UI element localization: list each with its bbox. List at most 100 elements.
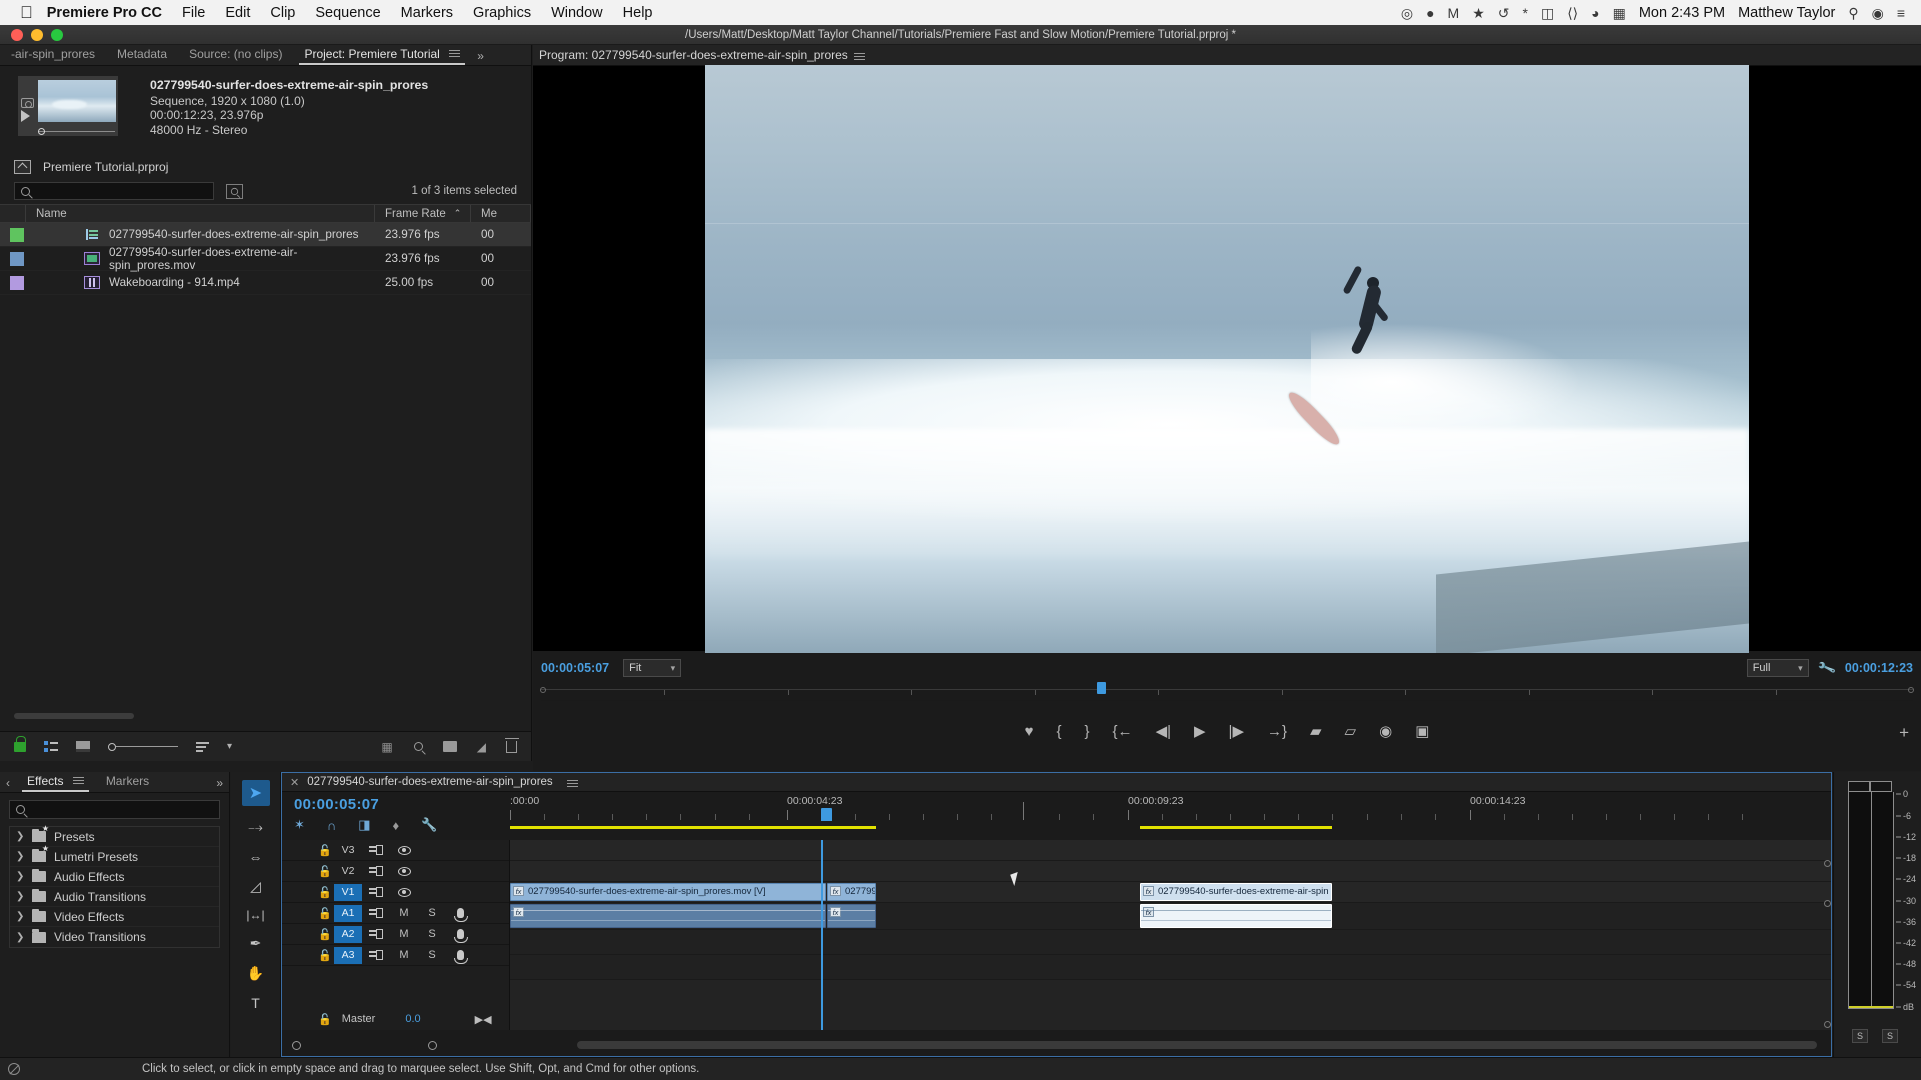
toggle-track-output-icon[interactable] — [390, 887, 418, 897]
timeline-clip[interactable]: fx — [510, 904, 826, 928]
add-marker-icon[interactable]: ♦ — [393, 818, 400, 833]
flag-icon[interactable]: ▦ — [1613, 6, 1626, 20]
target-track-icon[interactable] — [362, 866, 390, 876]
chevron-right-icon[interactable]: ❯ — [16, 891, 24, 902]
icon-view-icon[interactable] — [76, 741, 90, 752]
zoom-level-select[interactable]: Fit ▾ — [623, 659, 682, 677]
export-frame-icon[interactable]: ◉ — [1379, 724, 1392, 739]
target-track-icon[interactable] — [362, 908, 390, 918]
project-horizontal-scrollbar[interactable] — [14, 713, 134, 719]
column-swatch[interactable] — [0, 205, 26, 222]
delete-icon[interactable] — [504, 737, 519, 753]
tab-metadata[interactable]: Metadata — [106, 45, 178, 65]
tab-effect-controls[interactable]: -air-spin_prores — [0, 45, 106, 65]
timeline-playhead-line[interactable] — [821, 840, 823, 1030]
track-header-a3[interactable]: 🔓 A3 M S — [282, 945, 509, 966]
mark-out-icon[interactable]: } — [1085, 724, 1090, 739]
timeline-zoom-out-icon[interactable] — [292, 1041, 301, 1050]
find-icon[interactable] — [413, 742, 423, 751]
lock-icon[interactable]: 🔓 — [318, 1013, 332, 1026]
tab-timeline-label[interactable]: 027799540-surfer-does-extreme-air-spin_p… — [307, 776, 552, 788]
mute-track-button[interactable]: M — [390, 949, 418, 961]
list-item[interactable]: ❯ Video Effects — [10, 907, 219, 927]
target-track-icon[interactable] — [362, 845, 390, 855]
track-height-handle-mid[interactable] — [1824, 900, 1831, 907]
track-name[interactable]: V2 — [334, 863, 362, 880]
camera-icon[interactable] — [21, 98, 34, 109]
timeline-playhead-handle[interactable] — [821, 808, 832, 821]
project-search-input[interactable] — [14, 182, 214, 200]
list-item[interactable]: ❯ Audio Effects — [10, 867, 219, 887]
timeline-clip[interactable]: fx — [827, 904, 876, 928]
add-marker-icon[interactable]: ♥ — [1025, 724, 1034, 739]
thumbnail-scrubber[interactable] — [38, 131, 115, 132]
toggle-track-output-icon[interactable] — [390, 845, 418, 855]
code-icon[interactable]: ⟨⟩ — [1567, 6, 1578, 20]
cleanmymac-icon[interactable]: ● — [1426, 6, 1434, 20]
track-name[interactable]: V3 — [334, 842, 362, 859]
solo-button-right[interactable]: S — [1882, 1029, 1898, 1043]
menu-file[interactable]: File — [182, 5, 205, 21]
find-button[interactable] — [226, 183, 243, 199]
window-controls[interactable] — [0, 28, 63, 41]
menu-graphics[interactable]: Graphics — [473, 5, 531, 21]
sort-icon[interactable] — [196, 742, 209, 752]
toggle-track-output-icon[interactable] — [390, 866, 418, 876]
menu-sequence[interactable]: Sequence — [315, 5, 380, 21]
track-header-a2[interactable]: 🔓 A2 M S — [282, 924, 509, 945]
column-media[interactable]: Me — [471, 205, 531, 222]
lock-icon[interactable]: 🔓 — [318, 865, 334, 878]
thumbnail-scrubber-knob[interactable] — [38, 128, 45, 135]
track-header-v1[interactable]: 🔓 V1 — [282, 882, 509, 903]
menu-help[interactable]: Help — [623, 5, 653, 21]
go-to-out-icon[interactable]: →} — [1267, 724, 1287, 739]
work-area-segment[interactable] — [510, 826, 876, 829]
minimize-window-button[interactable] — [31, 28, 43, 41]
playback-resolution-select[interactable]: Full ▾ — [1746, 659, 1809, 677]
selection-tool[interactable]: ➤ — [241, 780, 270, 806]
tab-source[interactable]: Source: (no clips) — [178, 45, 293, 65]
lock-icon[interactable] — [14, 735, 26, 752]
timeline-clip[interactable]: fx 027799540-surfer-does-extreme-air-spi… — [510, 883, 826, 901]
tab-effects[interactable]: Effects — [16, 772, 95, 792]
work-area-segment[interactable] — [1140, 826, 1332, 829]
master-meter-icon[interactable]: ▶◀ — [475, 1013, 492, 1026]
track-name[interactable]: V1 — [334, 883, 362, 901]
menu-markers[interactable]: Markers — [401, 5, 453, 21]
voice-over-record-icon[interactable] — [446, 908, 474, 922]
zoom-slider[interactable] — [108, 742, 178, 751]
project-root-row[interactable]: Premiere Tutorial.prproj — [0, 156, 531, 178]
track-name[interactable]: A3 — [334, 946, 362, 964]
lock-icon[interactable]: 🔓 — [318, 949, 334, 962]
list-view-icon[interactable] — [44, 741, 58, 752]
razor-tool[interactable]: ◿ — [250, 878, 261, 895]
target-track-icon[interactable] — [362, 950, 390, 960]
track-header-v3[interactable]: 🔓 V3 — [282, 840, 509, 861]
bluetooth-icon[interactable]: * — [1523, 6, 1528, 20]
table-row[interactable]: 027799540-surfer-does-extreme-air-spin_p… — [0, 246, 531, 272]
track-lane-v1[interactable]: fx 027799540-surfer-does-extreme-air-spi… — [510, 882, 1831, 903]
malwarebytes-icon[interactable]: M — [1448, 6, 1460, 20]
type-tool[interactable]: T — [251, 995, 260, 1011]
scrubber-track[interactable] — [540, 682, 1914, 701]
siri-icon[interactable]: ◉ — [1872, 6, 1884, 20]
parent-bin-icon[interactable] — [14, 160, 31, 174]
step-back-icon[interactable]: ◀| — [1156, 724, 1171, 739]
mute-track-button[interactable]: M — [390, 928, 418, 940]
track-header-a1[interactable]: 🔓 A1 M S — [282, 903, 509, 924]
lock-icon[interactable]: 🔓 — [318, 844, 334, 857]
panel-menu-icon[interactable] — [566, 778, 578, 789]
menu-clip[interactable]: Clip — [270, 5, 295, 21]
solo-track-button[interactable]: S — [418, 928, 446, 940]
new-item-icon[interactable]: ◢ — [477, 740, 486, 754]
maximize-window-button[interactable] — [51, 28, 63, 41]
play-icon[interactable]: ▶ — [1194, 724, 1206, 739]
linked-selection-icon[interactable]: ◨ — [358, 817, 370, 833]
track-lane-a1[interactable]: fx fx fx — [510, 903, 1831, 930]
settings-wrench-icon[interactable]: 🔧 — [1816, 658, 1837, 679]
timeline-clip[interactable]: fx 027799540-surfer-does-extreme-air-spi… — [1140, 883, 1332, 901]
tabs-scroll-left-icon[interactable]: ‹ — [0, 774, 16, 792]
scrubber-end-handle[interactable] — [1908, 687, 1914, 693]
chevron-right-icon[interactable]: ❯ — [16, 911, 24, 922]
track-lane-v2[interactable] — [510, 861, 1831, 882]
